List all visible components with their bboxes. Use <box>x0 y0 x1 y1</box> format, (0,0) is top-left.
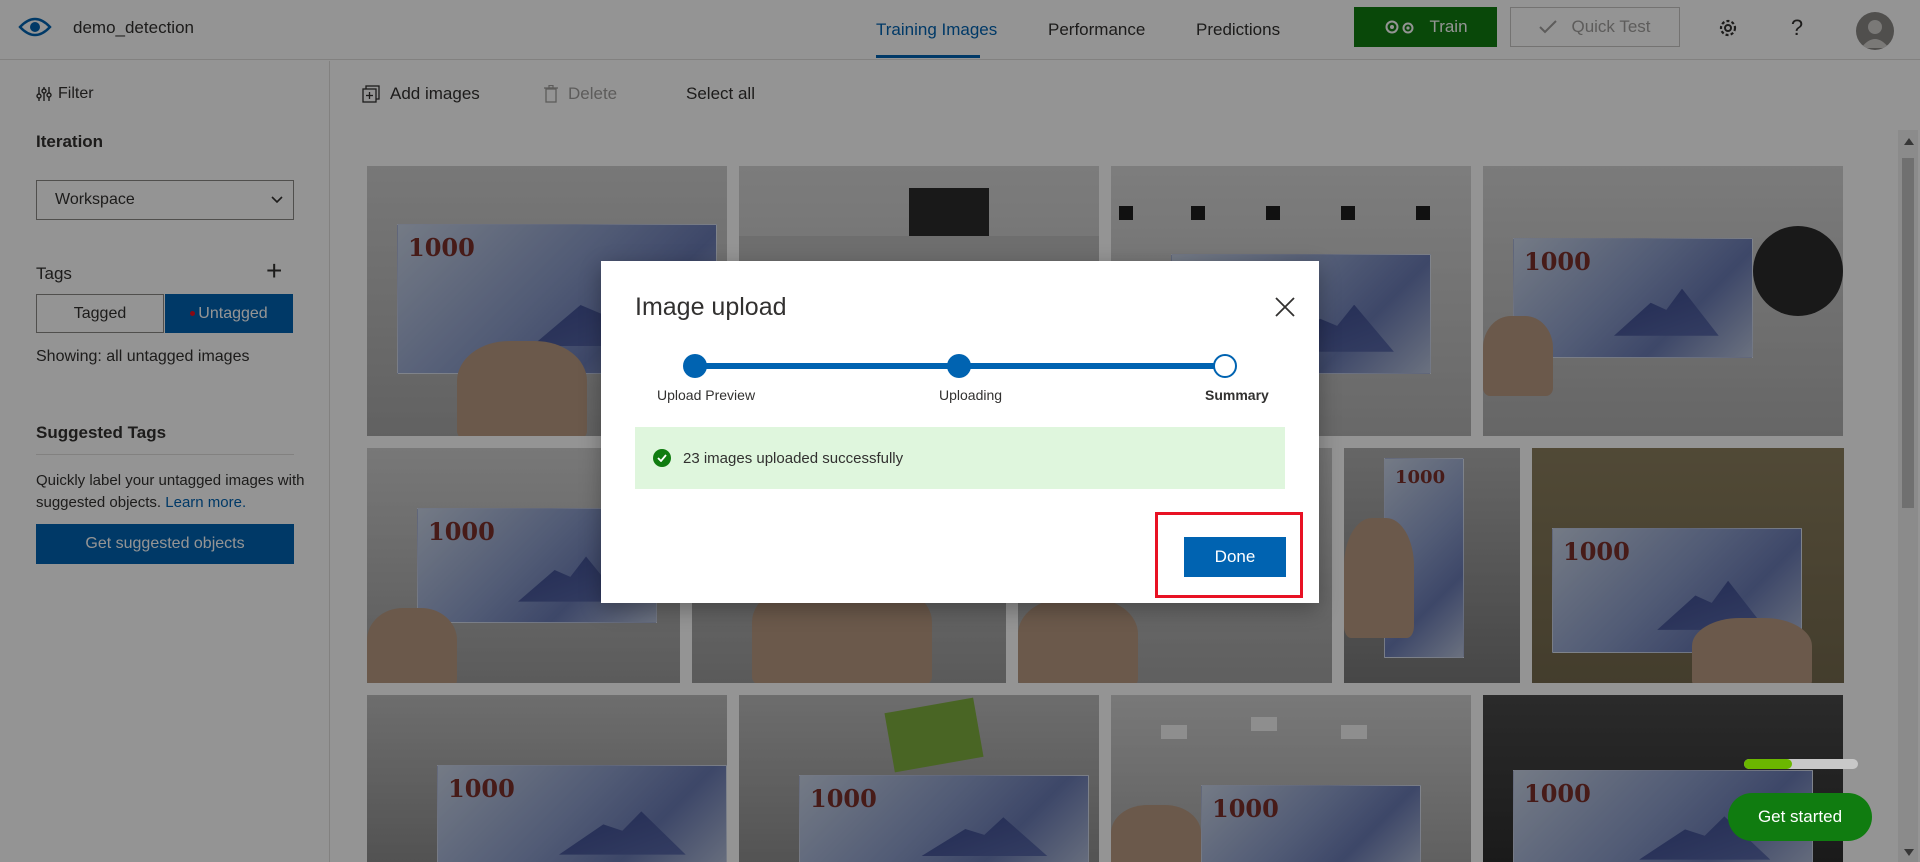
step-dot-upload-preview <box>683 354 707 378</box>
step-dot-uploading <box>947 354 971 378</box>
step-label-upload-preview: Upload Preview <box>657 387 756 403</box>
onboarding-progress-bar <box>1744 759 1858 769</box>
dialog-title: Image upload <box>635 293 787 321</box>
close-icon[interactable] <box>1273 295 1297 319</box>
success-message-bar: 23 images uploaded successfully <box>635 427 1285 489</box>
step-label-uploading: Uploading <box>939 387 1003 403</box>
done-highlight-box <box>1155 512 1303 598</box>
get-started-button[interactable]: Get started <box>1728 793 1872 841</box>
step-dot-summary <box>1213 354 1237 378</box>
success-check-icon <box>653 449 671 467</box>
onboarding-progress-fill <box>1744 759 1792 769</box>
success-message-text: 23 images uploaded successfully <box>683 449 904 467</box>
step-label-summary: Summary <box>1205 387 1269 403</box>
